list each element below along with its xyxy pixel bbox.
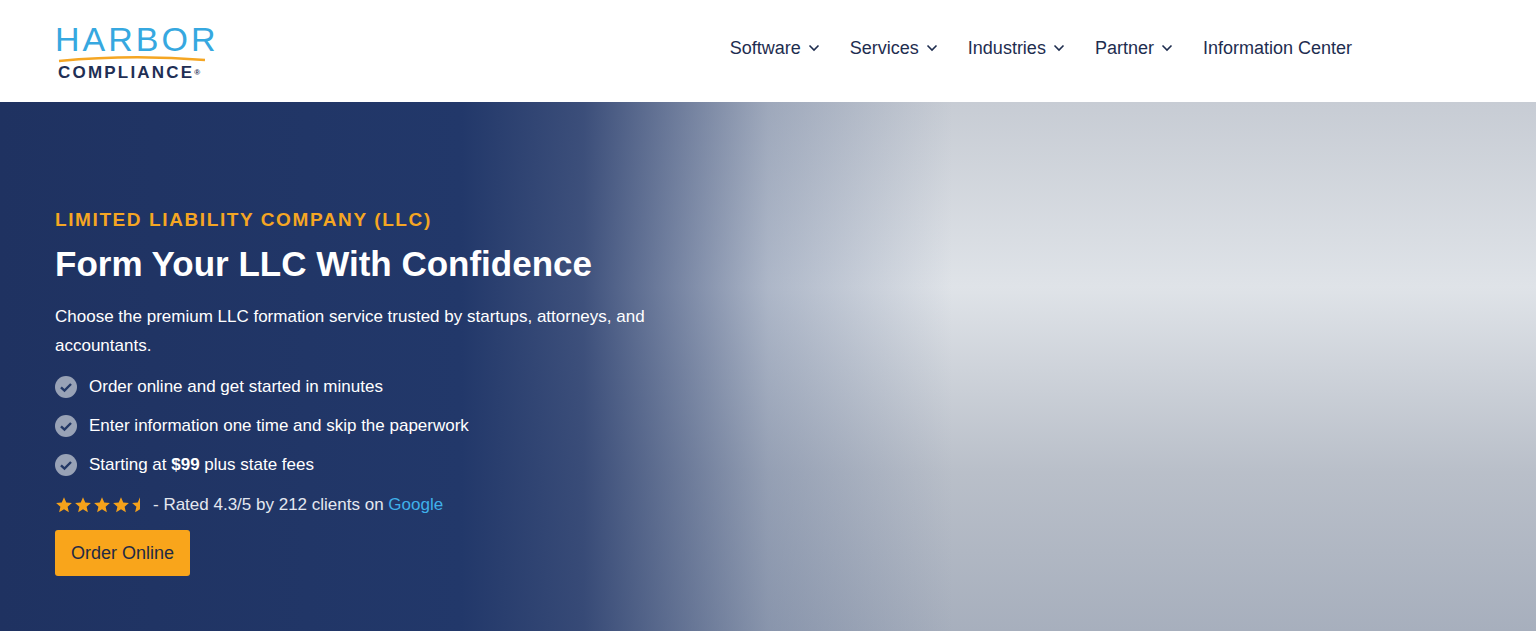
star-icon — [93, 496, 111, 514]
star-icon — [55, 496, 73, 514]
nav-item[interactable]: Information Center — [1203, 38, 1352, 59]
feature-text: Enter information one time and skip the … — [89, 413, 469, 439]
nav-item[interactable]: Software — [730, 38, 820, 59]
star-icon — [112, 496, 130, 514]
rating-text: - Rated 4.3/5 by 212 clients on — [153, 492, 388, 518]
stars — [55, 496, 149, 514]
feature-bold: $99 — [171, 455, 199, 474]
star-icon — [74, 496, 92, 514]
check-circle-icon — [55, 454, 77, 476]
order-online-button[interactable]: Order Online — [55, 530, 190, 576]
nav-label: Information Center — [1203, 38, 1352, 59]
nav-item[interactable]: Partner — [1095, 38, 1173, 59]
nav-label: Services — [850, 38, 919, 59]
feature-text: Order online and get started in minutes — [89, 374, 383, 400]
nav-item[interactable]: Services — [850, 38, 938, 59]
feature-list: Order online and get started in minutes … — [55, 374, 720, 478]
check-circle-icon — [55, 415, 77, 437]
hero-content: LIMITED LIABILITY COMPANY (LLC) Form You… — [0, 102, 720, 631]
eyebrow: LIMITED LIABILITY COMPANY (LLC) — [55, 208, 720, 232]
google-link[interactable]: Google — [388, 492, 443, 518]
feature-item: Enter information one time and skip the … — [55, 413, 720, 439]
nav-label: Industries — [968, 38, 1046, 59]
hero: LIMITED LIABILITY COMPANY (LLC) Form You… — [0, 102, 1536, 631]
feature-text: Starting at $99 plus state fees — [89, 452, 314, 478]
header: HARBOR COMPLIANCE® Software Services Ind… — [0, 0, 1536, 102]
hero-subtitle: Choose the premium LLC formation service… — [55, 302, 735, 360]
chevron-down-icon — [1053, 44, 1065, 52]
main-nav: Software Services Industries Partner Inf… — [730, 38, 1352, 59]
hero-title: Form Your LLC With Confidence — [55, 242, 720, 286]
feature-item: Starting at $99 plus state fees — [55, 452, 720, 478]
logo-mark: ® — [194, 68, 200, 77]
logo-sub-text: COMPLIANCE — [58, 63, 194, 82]
nav-item[interactable]: Industries — [968, 38, 1065, 59]
nav-label: Partner — [1095, 38, 1154, 59]
logo-sub: COMPLIANCE® — [58, 63, 200, 83]
rating: - Rated 4.3/5 by 212 clients on Google — [55, 492, 720, 518]
star-icon — [131, 496, 149, 514]
page: HARBOR COMPLIANCE® Software Services Ind… — [0, 0, 1536, 631]
swoosh-icon — [57, 55, 207, 63]
feature-item: Order online and get started in minutes — [55, 374, 720, 400]
chevron-down-icon — [808, 44, 820, 52]
check-circle-icon — [55, 376, 77, 398]
chevron-down-icon — [1161, 44, 1173, 52]
logo-name: HARBOR — [55, 22, 218, 56]
nav-label: Software — [730, 38, 801, 59]
chevron-down-icon — [926, 44, 938, 52]
logo[interactable]: HARBOR COMPLIANCE® — [55, 22, 218, 83]
button-row: Order Online — [55, 530, 720, 576]
